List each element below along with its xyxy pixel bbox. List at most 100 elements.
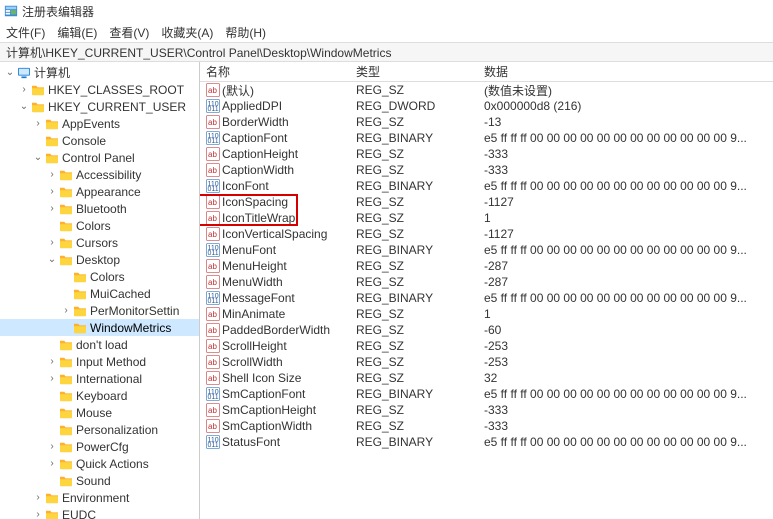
tree-item[interactable]: ›EUDC (0, 506, 199, 519)
chevron-right-icon[interactable]: › (46, 237, 58, 248)
tree-item[interactable]: Keyboard (0, 387, 199, 404)
binary-value-icon: 110011 (206, 291, 220, 305)
chevron-right-icon[interactable]: › (32, 492, 44, 503)
value-row[interactable]: 110011MenuFontREG_BINARYe5 ff ff ff 00 0… (200, 242, 773, 258)
svg-text:ab: ab (208, 150, 217, 159)
tree-item[interactable]: ›PerMonitorSettin (0, 302, 199, 319)
tree-item[interactable]: ⌄ Control Panel (0, 149, 199, 166)
menu-help[interactable]: 帮助(H) (225, 24, 266, 41)
value-row[interactable]: abMinAnimateREG_SZ1 (200, 306, 773, 322)
tree-item-label: Input Method (76, 355, 146, 369)
value-row[interactable]: abShell Icon SizeREG_SZ32 (200, 370, 773, 386)
menu-edit[interactable]: 编辑(E) (57, 24, 97, 41)
chevron-down-icon[interactable]: ⌄ (46, 254, 58, 265)
tree-item[interactable]: Personalization (0, 421, 199, 438)
value-row[interactable]: ab(默认)REG_SZ(数值未设置) (200, 82, 773, 98)
value-row[interactable]: 110011StatusFontREG_BINARYe5 ff ff ff 00… (200, 434, 773, 450)
tree-item[interactable]: ›International (0, 370, 199, 387)
chevron-right-icon[interactable]: › (32, 509, 44, 519)
value-row[interactable]: abSmCaptionHeightREG_SZ-333 (200, 402, 773, 418)
value-data: 1 (478, 307, 773, 321)
tree-item[interactable]: ›Cursors (0, 234, 199, 251)
value-list[interactable]: 名称 类型 数据 ab(默认)REG_SZ(数值未设置)110011Applie… (200, 62, 773, 519)
value-row[interactable]: abMenuHeightREG_SZ-287 (200, 258, 773, 274)
tree-item[interactable]: ⌄Desktop (0, 251, 199, 268)
value-row[interactable]: 110011MessageFontREG_BINARYe5 ff ff ff 0… (200, 290, 773, 306)
tree-item[interactable]: MuiCached (0, 285, 199, 302)
folder-icon (72, 271, 88, 283)
value-row[interactable]: abIconVerticalSpacingREG_SZ-1127 (200, 226, 773, 242)
tree-item[interactable]: WindowMetrics (0, 319, 199, 336)
chevron-right-icon[interactable]: › (32, 118, 44, 129)
svg-text:ab: ab (208, 422, 217, 431)
chevron-right-icon[interactable]: › (60, 305, 72, 316)
value-type: REG_SZ (350, 307, 478, 321)
tree-item[interactable]: ›Quick Actions (0, 455, 199, 472)
tree-item[interactable]: Console (0, 132, 199, 149)
chevron-right-icon[interactable]: › (46, 458, 58, 469)
tree-item[interactable]: ›Accessibility (0, 166, 199, 183)
svg-text:ab: ab (208, 374, 217, 383)
chevron-down-icon[interactable]: ⌄ (18, 101, 30, 112)
value-row[interactable]: abIconSpacingREG_SZ-1127 (200, 194, 773, 210)
value-row[interactable]: abCaptionHeightREG_SZ-333 (200, 146, 773, 162)
col-data[interactable]: 数据 (478, 63, 773, 80)
tree-item[interactable]: ›PowerCfg (0, 438, 199, 455)
tree-item[interactable]: ⌄HKEY_CURRENT_USER (0, 98, 199, 115)
svg-text:011: 011 (208, 186, 219, 193)
value-type: REG_SZ (350, 403, 478, 417)
title-bar: 注册表编辑器 (0, 0, 773, 22)
value-row[interactable]: abCaptionWidthREG_SZ-333 (200, 162, 773, 178)
tree-item[interactable]: ›AppEvents (0, 115, 199, 132)
chevron-right-icon[interactable]: › (18, 84, 30, 95)
tree-item[interactable]: Colors (0, 217, 199, 234)
string-value-icon: ab (206, 259, 220, 273)
value-row[interactable]: 110011AppliedDPIREG_DWORD0x000000d8 (216… (200, 98, 773, 114)
value-row[interactable]: 110011IconFontREG_BINARYe5 ff ff ff 00 0… (200, 178, 773, 194)
tree-item[interactable]: don't load (0, 336, 199, 353)
svg-text:ab: ab (208, 214, 217, 223)
tree-item-label: Colors (76, 219, 111, 233)
value-row[interactable]: abScrollWidthREG_SZ-253 (200, 354, 773, 370)
value-type: REG_SZ (350, 83, 478, 97)
tree-item[interactable]: ›Appearance (0, 183, 199, 200)
value-row[interactable]: abScrollHeightREG_SZ-253 (200, 338, 773, 354)
chevron-down-icon[interactable]: ⌄ (32, 152, 44, 163)
tree-item[interactable]: ⌄计算机 (0, 64, 199, 81)
tree-item[interactable]: Mouse (0, 404, 199, 421)
tree-item[interactable]: › Input Method (0, 353, 199, 370)
menu-favorites[interactable]: 收藏夹(A) (161, 24, 213, 41)
value-row[interactable]: abBorderWidthREG_SZ-13 (200, 114, 773, 130)
chevron-right-icon[interactable]: › (46, 186, 58, 197)
tree-item[interactable]: ›HKEY_CLASSES_ROOT (0, 81, 199, 98)
chevron-right-icon[interactable]: › (46, 169, 58, 180)
address-bar[interactable]: 计算机\HKEY_CURRENT_USER\Control Panel\Desk… (0, 42, 773, 62)
tree-item[interactable]: › Bluetooth (0, 200, 199, 217)
tree-item[interactable]: ›Environment (0, 489, 199, 506)
chevron-right-icon[interactable]: › (46, 203, 58, 214)
menu-view[interactable]: 查看(V) (109, 24, 149, 41)
chevron-right-icon[interactable]: › (46, 441, 58, 452)
tree-item-label: Keyboard (76, 389, 127, 403)
col-name[interactable]: 名称 (200, 63, 350, 80)
tree-item[interactable]: Sound (0, 472, 199, 489)
value-data: (数值未设置) (478, 82, 773, 99)
tree-item-label: Control Panel (62, 151, 135, 165)
value-row[interactable]: 110011CaptionFontREG_BINARYe5 ff ff ff 0… (200, 130, 773, 146)
chevron-down-icon[interactable]: ⌄ (4, 67, 16, 78)
value-row[interactable]: abPaddedBorderWidthREG_SZ-60 (200, 322, 773, 338)
key-tree[interactable]: ⌄计算机›HKEY_CLASSES_ROOT⌄HKEY_CURRENT_USER… (0, 62, 200, 519)
string-value-icon: ab (206, 355, 220, 369)
value-row[interactable]: abMenuWidthREG_SZ-287 (200, 274, 773, 290)
chevron-right-icon[interactable]: › (46, 356, 58, 367)
col-type[interactable]: 类型 (350, 63, 478, 80)
value-name: CaptionFont (222, 131, 287, 145)
value-name: (默认) (222, 82, 254, 99)
value-row[interactable]: abIconTitleWrapREG_SZ1 (200, 210, 773, 226)
tree-item[interactable]: Colors (0, 268, 199, 285)
tree-item-label: Bluetooth (76, 202, 127, 216)
chevron-right-icon[interactable]: › (46, 373, 58, 384)
menu-file[interactable]: 文件(F) (6, 24, 45, 41)
value-row[interactable]: abSmCaptionWidthREG_SZ-333 (200, 418, 773, 434)
value-row[interactable]: 110011SmCaptionFontREG_BINARYe5 ff ff ff… (200, 386, 773, 402)
